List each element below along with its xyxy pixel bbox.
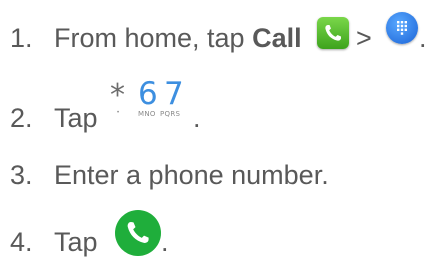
step-number: 4. [10, 227, 33, 257]
step-text: Tap [54, 227, 98, 257]
call-label: Call [252, 23, 302, 53]
step-2-period: . [193, 103, 201, 133]
step-text-before: From home, tap [54, 23, 253, 53]
keypad-digit-7: 7 [164, 76, 184, 112]
step-1-period: . [419, 23, 427, 53]
step-text: Enter a phone number. [54, 160, 329, 190]
step-4-period: . [161, 227, 169, 257]
step-number: 3. [10, 160, 33, 190]
step-number: 1. [10, 23, 33, 53]
keypad-dot: • [117, 110, 120, 116]
keypad-digit-6: 6 [138, 76, 158, 112]
keypad-letters-6: MNO [138, 110, 156, 118]
keypad-star: * [110, 78, 125, 113]
step-text: Tap [54, 103, 98, 133]
step-text: From home, tap Call [54, 22, 302, 54]
green-call-button-icon [115, 210, 161, 256]
keypad-code-icon: * • 6 MNO 7 PQRS [110, 72, 196, 122]
step-number: 2. [10, 103, 33, 133]
dial-keypad-icon [386, 12, 418, 44]
keypad-letters-7: PQRS [160, 110, 181, 118]
call-app-icon [317, 17, 349, 49]
separator-arrow: > [356, 23, 372, 53]
